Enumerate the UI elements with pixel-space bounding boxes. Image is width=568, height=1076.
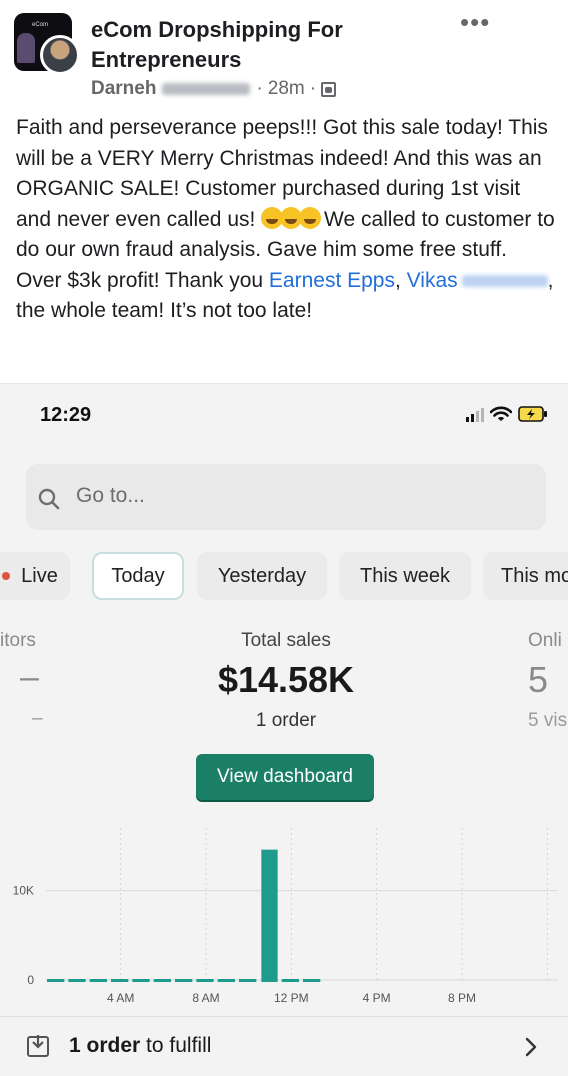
chart-bar-zero (111, 979, 129, 982)
tab-this-month[interactable]: This mo (483, 552, 568, 600)
post-time-link[interactable]: 28m (268, 77, 305, 101)
metric-online-sub: 5 vis (528, 710, 568, 731)
post-meta: Darneh · 28m · (91, 77, 337, 101)
metric-online[interactable]: Onli 5 5 vis (522, 630, 568, 732)
tab-today-label: Today (111, 564, 165, 587)
chart-x-tick-label: 12 PM (274, 991, 309, 1005)
fulfill-download-icon (27, 1035, 49, 1057)
status-bar-icons (466, 406, 548, 422)
chart-y-tick-label: 10K (13, 884, 34, 898)
tab-yesterday-label: Yesterday (217, 564, 307, 587)
metric-online-label: Onli (528, 630, 562, 651)
metric-total-sales-value: $14.58K (217, 659, 355, 700)
chart-bar-zero (132, 979, 150, 982)
battery-charging-icon (518, 406, 547, 422)
metric-total-sales[interactable]: Total sales $14.58K 1 order (186, 630, 386, 732)
metric-total-sales-sub: 1 order (255, 710, 317, 731)
cellular-signal-icon (466, 406, 484, 422)
status-bar-time: 12:29 (40, 404, 92, 426)
chart-bar-zero (196, 979, 214, 982)
mention-vikas[interactable]: Vikas (407, 269, 458, 292)
post-comma-1: , (394, 268, 407, 292)
tab-live[interactable]: Live (0, 552, 70, 600)
tab-this-month-label: This mo (501, 564, 568, 587)
tab-this-week[interactable]: This week (339, 552, 471, 600)
tab-today[interactable]: Today (92, 552, 184, 600)
post-body: Faith and perseverance peeps!!! Got this… (16, 113, 556, 327)
chart-bar-zero (47, 979, 65, 982)
author-name-link[interactable]: Darneh (91, 77, 156, 101)
metric-online-value: 5 (528, 659, 549, 700)
chart-x-tick-label: 4 PM (363, 991, 391, 1005)
chart-bar-zero (217, 979, 235, 982)
tab-yesterday[interactable]: Yesterday (197, 552, 327, 600)
orders-to-fulfill-row[interactable]: 1 order to fulfill (0, 1016, 568, 1076)
live-dot-icon (2, 572, 11, 580)
date-range-tabs: Live Today Yesterday This week This mo (0, 552, 568, 600)
metric-visitors-label: itors (0, 630, 36, 651)
tab-live-label: Live (21, 564, 58, 587)
chart-bar (261, 849, 278, 982)
more-options-icon[interactable]: ••• (460, 9, 490, 35)
chart-x-tick-label: 8 AM (192, 991, 219, 1005)
group-avatar[interactable]: eCom (14, 13, 80, 75)
metric-visitors-value: – (20, 658, 39, 696)
rolling-laughing-emoji-icon-2 (299, 206, 322, 229)
search-placeholder[interactable]: Go to... (76, 484, 145, 508)
wifi-icon (490, 406, 512, 421)
redacted-surname (162, 83, 251, 95)
chart-bar-zero (303, 979, 321, 982)
author-avatar[interactable] (40, 35, 80, 75)
chart-bar-zero (281, 979, 299, 982)
search-icon (38, 488, 60, 510)
chevron-right-icon (525, 1037, 537, 1057)
metric-visitors-sub: – (32, 708, 43, 729)
group-audience-icon (321, 81, 337, 97)
chart-x-tick-label: 4 AM (107, 991, 134, 1005)
meta-separator: · (256, 78, 263, 99)
chart-bar-zero (175, 979, 193, 982)
chart-y-tick-label: 0 (27, 973, 34, 987)
chart-bar-zero (153, 979, 171, 982)
chart-x-tick-label: 8 PM (448, 991, 476, 1005)
post-comma-2: , (547, 268, 554, 292)
post-body-part-3: the whole team! It’s not too late! (16, 299, 313, 322)
meta-separator-2: · (309, 78, 317, 99)
chart-bar-zero (239, 979, 257, 982)
redacted-mention-surname (461, 274, 548, 287)
group-name-link[interactable]: eCom Dropshipping For Entrepreneurs (91, 15, 421, 75)
mention-earnest-epps[interactable]: Earnest Epps (269, 269, 395, 292)
orders-to-fulfill-text: 1 order to fulfill (69, 1034, 211, 1058)
orders-to-fulfill-label: to fulfill (140, 1034, 212, 1057)
facebook-post: eCom eCom Dropshipping For Entrepreneurs… (0, 0, 568, 384)
orders-to-fulfill-count: 1 order (69, 1034, 141, 1057)
metric-total-sales-label: Total sales (241, 630, 331, 651)
chart-bar-zero (89, 979, 107, 982)
chart-bar-zero (68, 979, 86, 982)
tab-this-week-label: This week (359, 564, 451, 587)
metric-visitors[interactable]: itors – – (0, 630, 50, 730)
sales-over-time-chart: 0 10K 4 AM 8 AM 12 PM 4 PM 8 PM (13, 828, 558, 1005)
view-dashboard-button[interactable]: View dashboard (196, 754, 374, 800)
